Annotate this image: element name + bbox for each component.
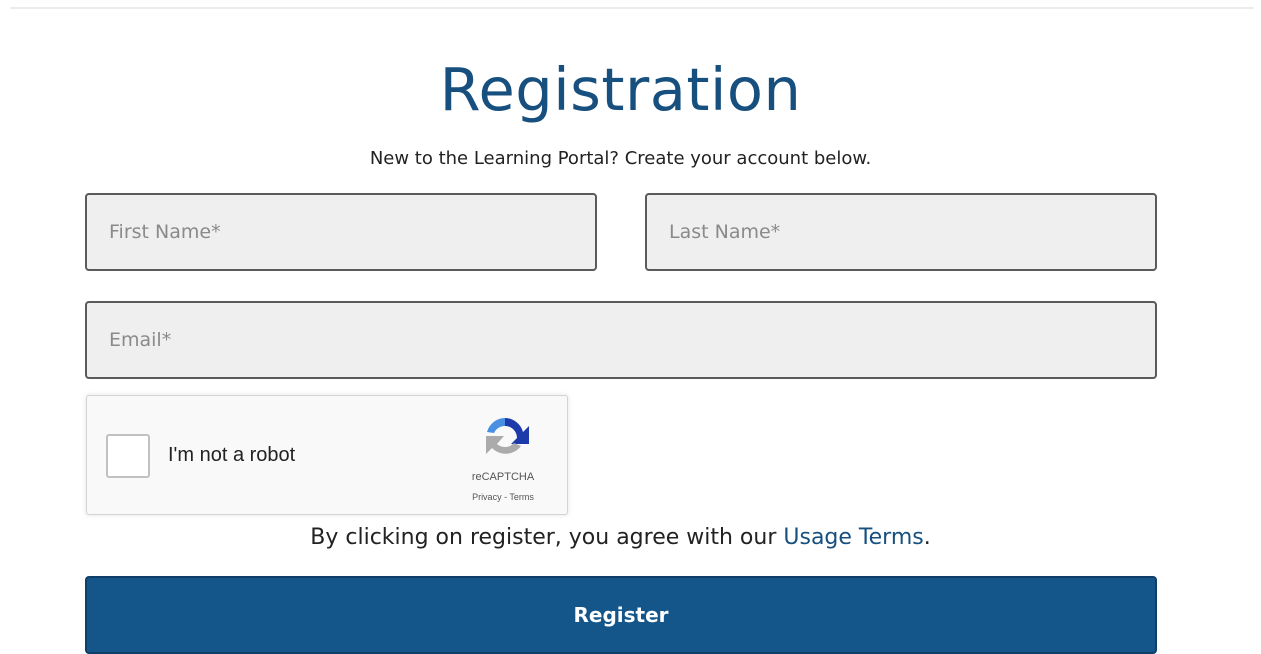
first-name-field[interactable] [85, 193, 597, 271]
top-divider [10, 7, 1254, 9]
page-subtitle: New to the Learning Portal? Create your … [369, 148, 872, 169]
last-name-field[interactable] [645, 193, 1157, 271]
register-button[interactable]: Register [85, 576, 1157, 654]
recaptcha-checkbox[interactable] [106, 434, 150, 478]
recaptcha-terms-link[interactable]: Terms [509, 492, 534, 502]
registration-page: Registration New to the Learning Portal?… [0, 0, 1261, 654]
agreement-suffix: . [923, 525, 931, 550]
agreement-prefix: By clicking on register, you agree with … [310, 525, 784, 550]
recaptcha-links: Privacy - Terms [447, 492, 559, 502]
recaptcha-label: I'm not a robot [168, 444, 296, 466]
agreement-text: By clicking on register, you agree with … [0, 522, 1241, 554]
recaptcha-privacy-link[interactable]: Privacy [472, 492, 502, 502]
recaptcha-widget: I'm not a robot reCAPTCHA Privacy - Term… [86, 395, 568, 515]
page-title: Registration [439, 55, 802, 124]
usage-terms-link[interactable]: Usage Terms [783, 525, 923, 550]
recaptcha-brand: reCAPTCHA [471, 471, 535, 483]
recaptcha-icon [486, 418, 529, 454]
email-field[interactable] [85, 301, 1157, 379]
